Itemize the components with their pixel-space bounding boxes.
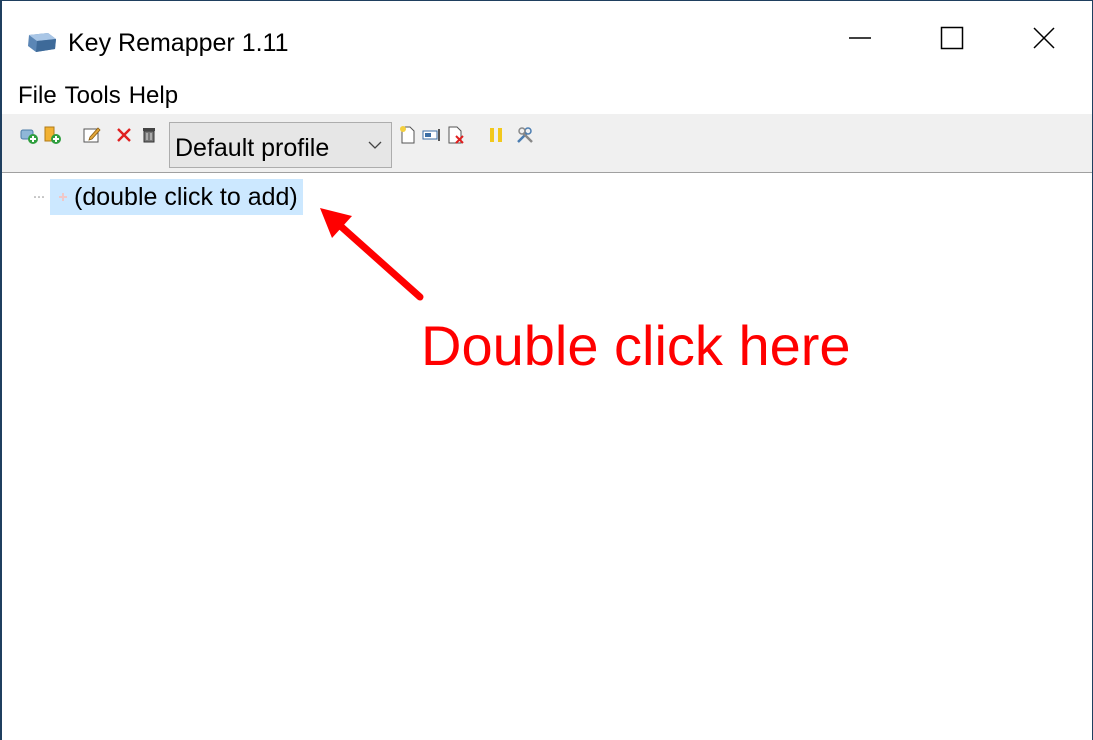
mapping-tree[interactable]: (double click to add) (2, 174, 1092, 740)
toolbar: Default profile (2, 114, 1092, 173)
add-group-button[interactable] (19, 125, 39, 145)
rename-profile-icon (422, 129, 440, 141)
delete-button[interactable] (114, 125, 134, 145)
close-button[interactable] (998, 1, 1090, 75)
title-bar[interactable]: Key Remapper 1.11 (2, 1, 1092, 75)
new-profile-icon (400, 126, 415, 144)
menu-help[interactable]: Help (123, 79, 180, 113)
profile-select-value: Default profile (175, 134, 330, 162)
clear-icon (143, 128, 155, 143)
tree-item-add[interactable]: (double click to add) (50, 179, 303, 215)
menu-bar: File Tools Help (2, 79, 180, 113)
close-icon (1033, 27, 1055, 49)
delete-icon (117, 128, 131, 142)
settings-button[interactable] (515, 125, 535, 145)
new-profile-button[interactable] (398, 125, 418, 145)
edit-icon (83, 127, 101, 143)
add-item-icon (44, 126, 61, 144)
minimize-icon (849, 37, 871, 39)
window-title: Key Remapper 1.11 (68, 29, 289, 57)
annotation-text: Double click here (421, 314, 851, 377)
tree-item-label: (double click to add) (74, 182, 298, 211)
delete-profile-icon (448, 126, 464, 144)
add-item-button[interactable] (42, 125, 62, 145)
clear-button[interactable] (139, 125, 159, 145)
maximize-icon (940, 26, 964, 50)
plus-icon (59, 193, 67, 201)
annotation-arrow (320, 208, 424, 301)
delete-profile-button[interactable] (446, 125, 466, 145)
edit-button[interactable] (82, 125, 102, 145)
pause-icon (490, 128, 502, 142)
keyboard-key-icon (28, 33, 56, 52)
add-group-icon (20, 129, 38, 144)
tree-expander-dots (34, 196, 44, 198)
maximize-button[interactable] (906, 1, 998, 75)
profile-select[interactable]: Default profile (169, 122, 392, 168)
app-window: Key Remapper 1.11 File Tools Help Defaul… (0, 0, 1093, 740)
rename-profile-button[interactable] (422, 125, 442, 145)
menu-tools[interactable]: Tools (59, 79, 123, 113)
minimize-button[interactable] (814, 1, 906, 75)
settings-icon (517, 127, 533, 143)
chevron-down-icon (368, 141, 382, 149)
pause-button[interactable] (486, 125, 506, 145)
menu-file[interactable]: File (2, 79, 59, 113)
